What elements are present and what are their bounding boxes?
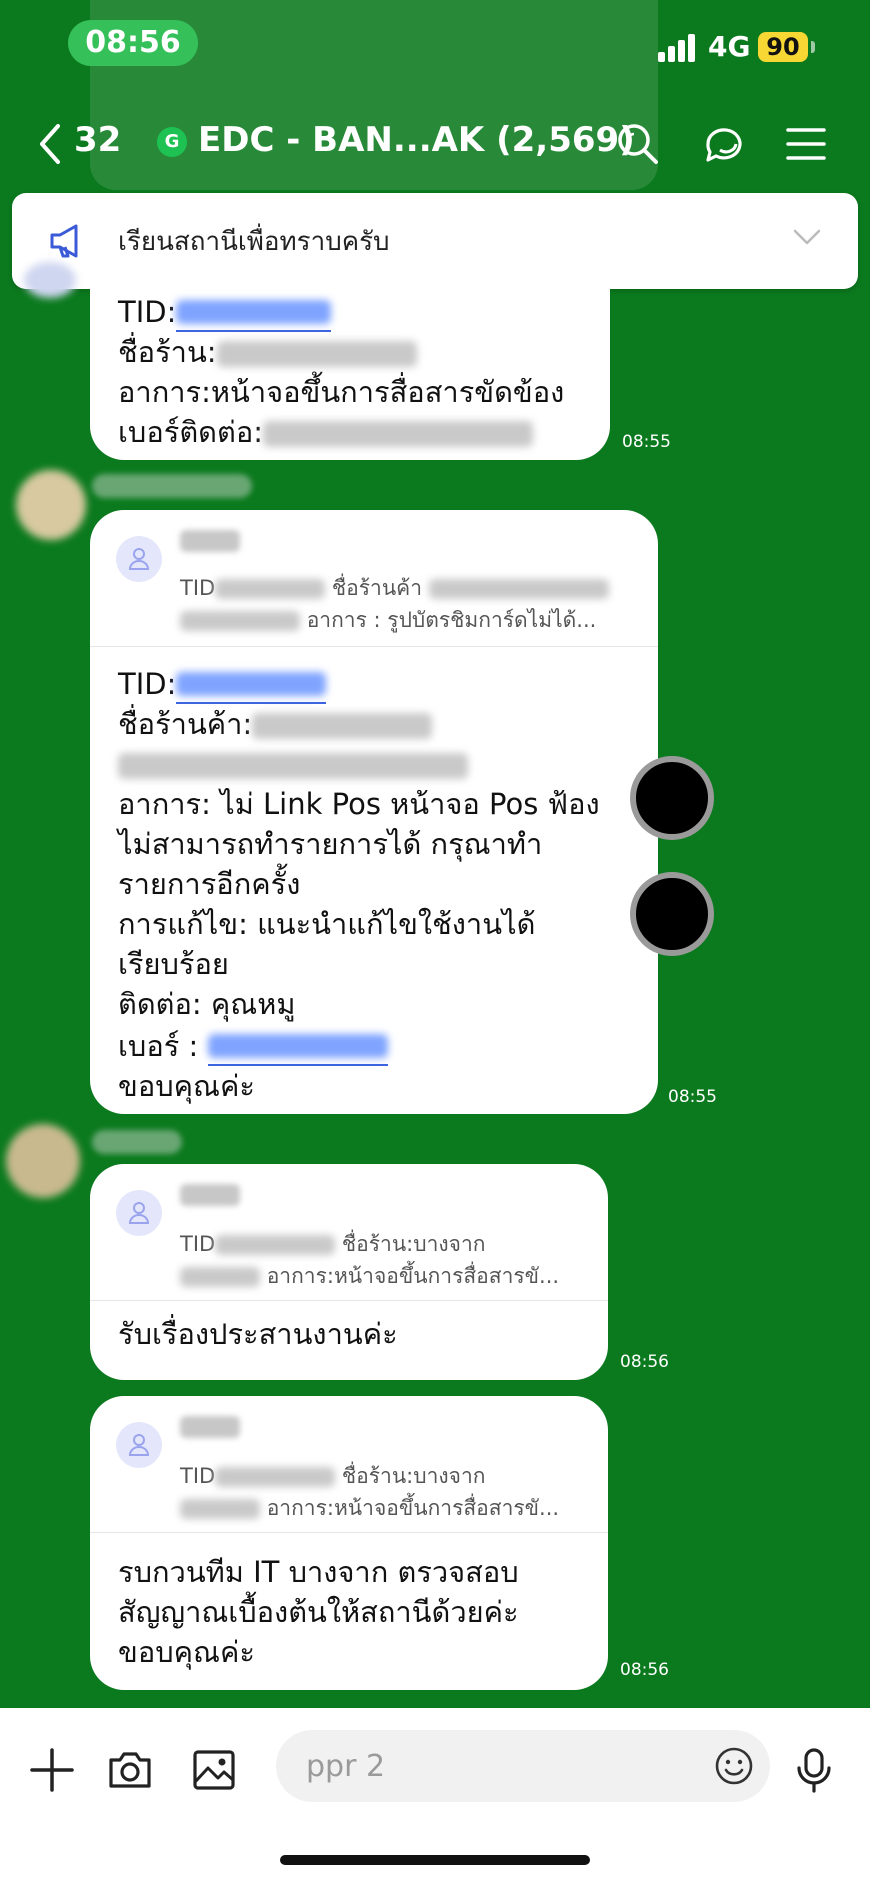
blurred-tid-link[interactable] [176,290,332,332]
user-icon [128,1202,150,1224]
reply-quote[interactable]: TID ชื่อร้านค้า อาการ : รูปบัตรชิมการ์ดไ… [90,510,658,647]
message-line: TID: [118,290,590,332]
chat-header: 32 G EDC - BAN...AK (2,569) [0,100,870,190]
avatar[interactable] [24,262,76,298]
message-time: 08:55 [622,432,671,452]
back-icon[interactable] [36,122,64,166]
plus-icon[interactable] [28,1746,76,1794]
signal-icon [658,32,700,62]
network-label: 4G [708,30,751,63]
message-line: เบอร์ : [118,1024,638,1066]
message-bubble[interactable]: TID ชื่อร้านค้า อาการ : รูปบัตรชิมการ์ดไ… [90,510,658,1114]
status-time: 08:56 [68,20,198,66]
message-input[interactable] [276,1730,770,1802]
chat-title[interactable]: EDC - BAN...AK (2,569) [198,120,635,160]
quote-avatar [116,1190,162,1236]
avatar[interactable] [6,1124,80,1198]
quote-sender-name [180,1416,240,1438]
message-line: รับเรื่องประสานงานค่ะ [118,1317,398,1351]
message-line: ติดต่อ: คุณหมู [118,987,296,1021]
message-line: ขอบคุณค่ะ [118,1635,255,1669]
search-icon[interactable] [614,120,662,168]
quote-sender-name [180,1184,240,1206]
message-line: การแก้ไข: แนะนำแก้ไขใช้งานได้ [118,907,536,941]
unread-count[interactable]: 32 [74,120,121,160]
home-indicator[interactable] [280,1855,590,1865]
avatar[interactable] [16,470,86,540]
emoji-icon[interactable] [714,1746,754,1786]
quote-line-2: อาการ:หน้าจอขึ้นการสื่อสารขั... [180,1256,559,1296]
quote-avatar [116,536,162,582]
message-line: สัญญาณเบื้องต้นให้สถานีด้วยค่ะ [118,1595,519,1629]
group-badge: G [157,127,187,157]
blurred-tid-link[interactable] [176,662,327,704]
sender-name [92,1130,182,1154]
message-time: 08:56 [620,1660,669,1680]
message-bubble[interactable]: TID: ชื่อร้าน: อาการ:หน้าจอขึ้นการสื่อสา… [90,280,610,460]
message-line: เบอร์ติดต่อ: [118,412,590,452]
sender-name [92,474,252,498]
message-line: อาการ: ไม่ Link Pos หน้าจอ Pos ฟ้อง [118,787,600,821]
user-icon [128,548,150,570]
status-bar: 08:56 4G 90 [0,0,870,90]
message-bubble[interactable]: TID ชื่อร้าน:บางจาก อาการ:หน้าจอขึ้นการส… [90,1396,608,1690]
menu-icon[interactable] [782,120,830,168]
quote-line-2: อาการ : รูปบัตรชิมการ์ดไม่ได้... [180,600,596,640]
message-bubble[interactable]: TID ชื่อร้าน:บางจาก อาการ:หน้าจอขึ้นการส… [90,1164,608,1380]
message-line: ขอบคุณค่ะ [118,1069,255,1103]
mic-icon[interactable] [794,1746,834,1794]
message-line: ชื่อร้าน: [118,332,590,372]
announcement-banner[interactable]: เรียนสถานีเพื่อทราบครับ [12,193,858,289]
battery-tip [811,41,815,53]
reply-quote[interactable]: TID ชื่อร้าน:บางจาก อาการ:หน้าจอขึ้นการส… [90,1396,608,1533]
image-icon[interactable] [190,1746,238,1794]
message-line: อาการ:หน้าจอขึ้นการสื่อสารขัดข้อง [118,375,565,409]
chevron-down-icon[interactable] [792,227,822,247]
megaphone-icon [50,224,78,258]
reply-quote[interactable]: TID ชื่อร้าน:บางจาก อาการ:หน้าจอขึ้นการส… [90,1164,608,1301]
quote-line-2: อาการ:หน้าจอขึ้นการสื่อสารขั... [180,1488,559,1528]
quote-sender-name [180,530,240,552]
camera-icon[interactable] [106,1746,154,1794]
chat-icon[interactable] [700,120,748,168]
message-time: 08:56 [620,1352,669,1372]
message-line: ชื่อร้านค้า: [118,704,638,744]
message-line: TID: [118,662,638,704]
message-time: 08:55 [668,1087,717,1107]
message-line: เรียบร้อย [118,947,229,981]
message-line: รายการอีกครั้ง [118,867,301,901]
message-line: ไม่สามารถทำรายการได้ กรุณาทำ [118,827,543,861]
side-dot [630,756,714,840]
announcement-text: เรียนสถานีเพื่อทราบครับ [118,227,390,257]
blurred-phone-link[interactable] [207,1024,388,1066]
message-line: รบกวนทีม IT บางจาก ตรวจสอบ [118,1555,519,1589]
user-icon [128,1434,150,1456]
side-dot [630,872,714,956]
message-line [118,744,638,784]
battery-icon: 90 [758,32,808,62]
quote-avatar [116,1422,162,1468]
